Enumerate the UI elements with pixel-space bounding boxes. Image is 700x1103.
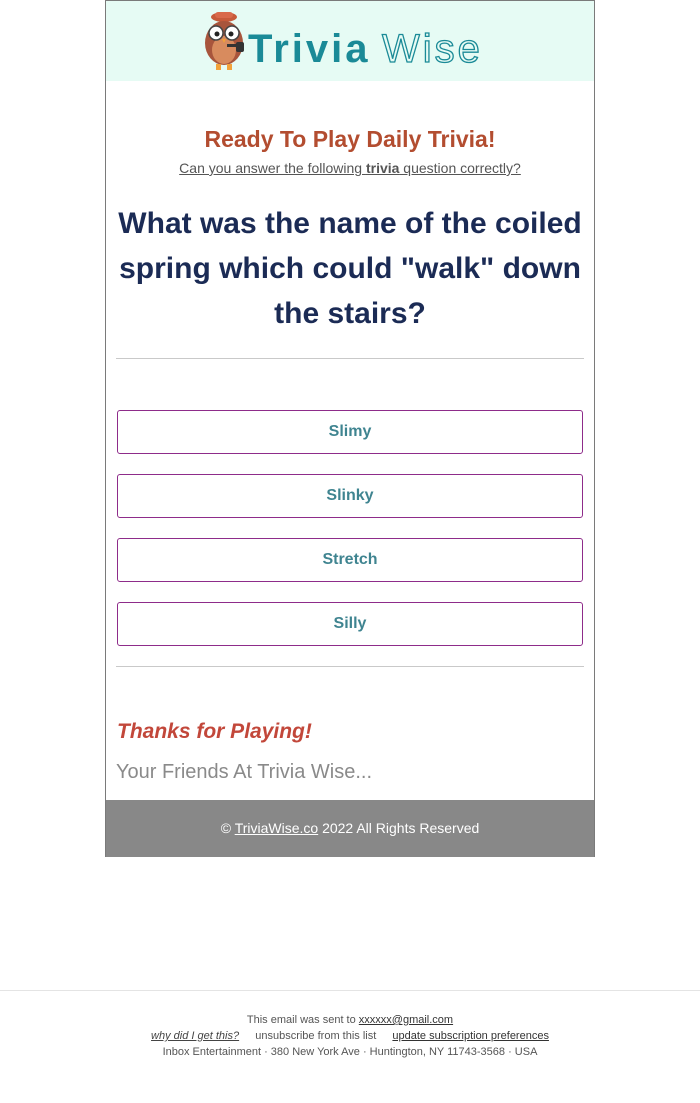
- divider-top: [116, 358, 584, 359]
- sent-to-label: This email was sent to: [246, 1014, 359, 1026]
- answer-button-4[interactable]: Silly: [117, 602, 583, 646]
- email-card: Trivia Wise Ready To Play Daily Trivia! …: [105, 0, 595, 857]
- email-footer-info: This email was sent to xxxxxx@gmail.com …: [0, 1012, 700, 1060]
- rights-text: 2022 All Rights Reserved: [318, 820, 480, 836]
- site-link[interactable]: TriviaWise.co: [235, 820, 319, 836]
- why-did-i-get-this-link[interactable]: why did I get this?: [151, 1030, 239, 1042]
- subtitle-text-end: question correctly?: [399, 160, 521, 176]
- email-footer-divider: [0, 990, 700, 991]
- divider-bottom: [116, 666, 584, 667]
- intro-subtitle: Can you answer the following trivia ques…: [106, 159, 594, 177]
- question-text: What was the name of the coiled spring w…: [118, 207, 582, 330]
- answer-button-2[interactable]: Slinky: [117, 474, 583, 518]
- answer-button-1[interactable]: Slimy: [117, 410, 583, 454]
- header-logo-band: Trivia Wise: [106, 1, 594, 81]
- intro-title: Ready To Play Daily Trivia!: [204, 126, 496, 152]
- mailing-address: Inbox Entertainment · 380 New York Ave ·…: [162, 1046, 538, 1058]
- thanks-heading: Thanks for Playing!: [117, 720, 312, 743]
- update-preferences-link[interactable]: update subscription preferences: [392, 1030, 549, 1042]
- sent-to-line: This email was sent to xxxxxx@gmail.com: [0, 1012, 700, 1028]
- unsubscribe-link[interactable]: unsubscribe from this list: [255, 1030, 376, 1042]
- subscription-links: why did I get this? unsubscribe from thi…: [0, 1028, 700, 1044]
- logo-text-wise: Wise: [382, 27, 483, 71]
- owl-mascot-icon: [205, 12, 244, 70]
- signoff-text: Your Friends At Trivia Wise...: [116, 761, 373, 783]
- subtitle-text-start: Can you answer the following: [179, 160, 366, 176]
- subtitle-text-bold: trivia: [365, 160, 400, 176]
- answer-button-3[interactable]: Stretch: [117, 538, 583, 582]
- logo[interactable]: Trivia Wise: [200, 8, 500, 74]
- copyright-symbol: ©: [220, 820, 232, 836]
- recipient-email-link[interactable]: xxxxxx@gmail.com: [359, 1014, 453, 1026]
- answer-list: Slimy Slinky Stretch Silly: [117, 410, 583, 646]
- footer-band: © TriviaWise.co 2022 All Rights Reserved: [106, 800, 594, 857]
- logo-text-trivia: Trivia: [248, 27, 371, 71]
